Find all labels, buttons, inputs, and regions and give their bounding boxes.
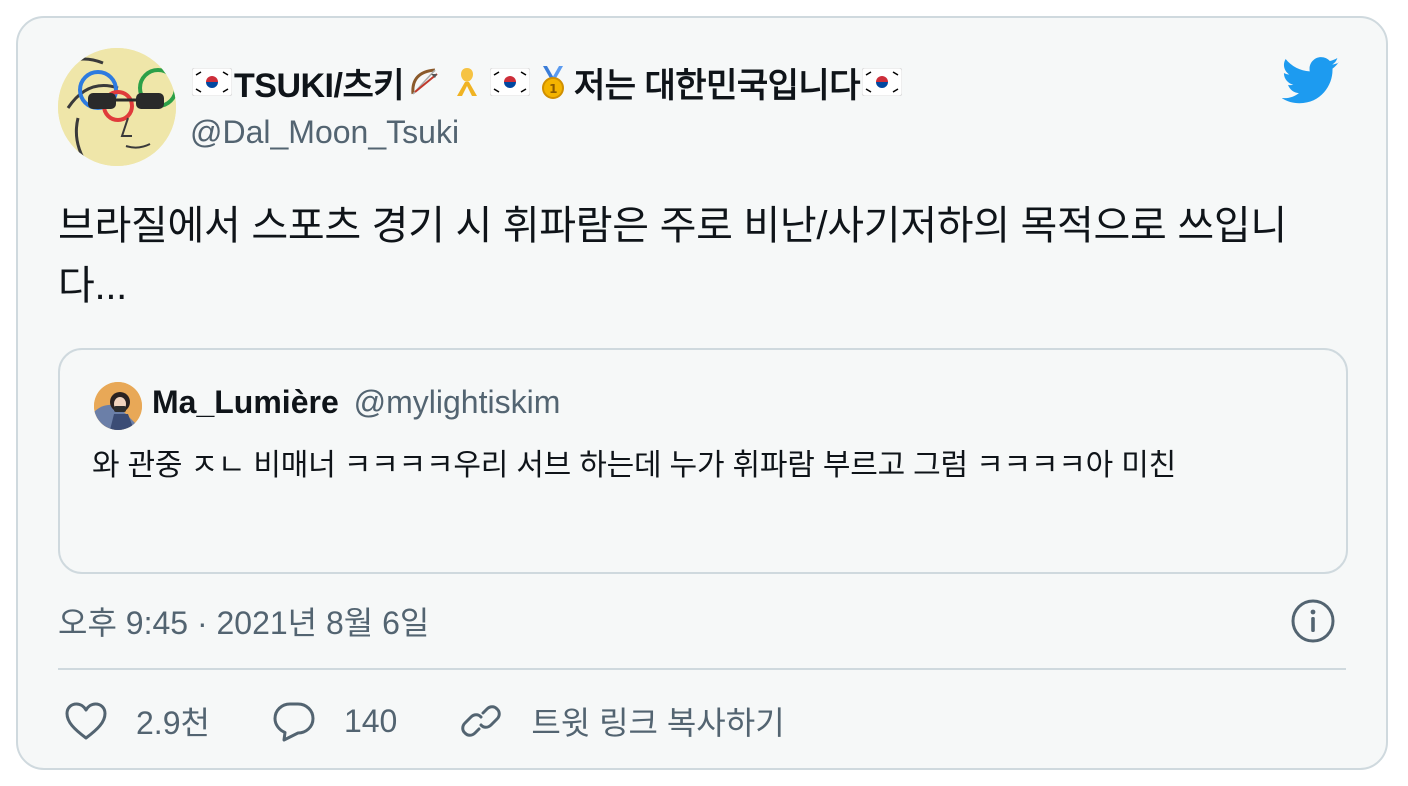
author-name-text: TSUKI/츠키 <box>234 66 405 105</box>
reply-count: 140 <box>343 702 398 739</box>
copy-link-button[interactable]: 트윗 링크 복사하기 <box>459 698 785 744</box>
author-display-name[interactable]: TSUKI/츠키 1 저는 대한민국입니다 <box>190 60 904 105</box>
quoted-tweet[interactable]: Ma_Lumière @mylightiskim 와 관중 ㅈㄴ 비매너 ㅋㅋㅋ… <box>58 348 1348 574</box>
yellow-ribbon-icon <box>449 64 485 100</box>
embedded-tweet-card: TSUKI/츠키 1 저는 대한민국입니다 @Dal_Moon_Tsuki 브라… <box>16 16 1388 770</box>
korea-flag-icon <box>192 68 232 96</box>
comment-icon <box>273 702 315 742</box>
author-name-suffix: 저는 대한민국입니다 <box>574 66 860 105</box>
quoted-author-avatar[interactable] <box>94 382 142 430</box>
korea-flag-icon <box>861 68 902 96</box>
tweet-timestamp[interactable]: 오후 9:45 · 2021년 8월 6일 <box>58 598 429 644</box>
like-count: 2.9천 <box>136 705 210 741</box>
author-avatar[interactable] <box>58 48 176 166</box>
bow-and-arrow-icon <box>407 64 443 100</box>
info-icon[interactable] <box>1290 598 1336 644</box>
korea-flag-icon <box>490 68 531 96</box>
quoted-header: Ma_Lumière @mylightiskim <box>152 384 560 421</box>
tweet-actions: 2.9천 140 트윗 링크 복사하기 <box>64 698 847 744</box>
link-icon <box>461 705 502 737</box>
quoted-author-name[interactable]: Ma_Lumière <box>152 384 339 420</box>
tweet-text: 브라질에서 스포츠 경기 시 휘파람은 주로 비난/사기저하의 목적으로 쓰입니… <box>58 204 1287 308</box>
author-handle[interactable]: @Dal_Moon_Tsuki <box>190 114 459 151</box>
gold-medal-icon: 1 <box>535 64 571 100</box>
quoted-tweet-text: 와 관중 ㅈㄴ 비매너 ㅋㅋㅋㅋ우리 서브 하는데 누가 휘파람 부르고 그럼 … <box>92 449 1177 482</box>
heart-icon <box>65 702 107 740</box>
quoted-author-handle[interactable]: @mylightiskim <box>354 384 561 420</box>
divider <box>58 668 1346 670</box>
copy-link-label: 트윗 링크 복사하기 <box>531 705 785 741</box>
svg-text:1: 1 <box>549 82 557 96</box>
like-button[interactable]: 2.9천 <box>64 698 210 744</box>
reply-button[interactable]: 140 <box>272 700 397 742</box>
twitter-bird-icon[interactable] <box>1282 56 1340 106</box>
